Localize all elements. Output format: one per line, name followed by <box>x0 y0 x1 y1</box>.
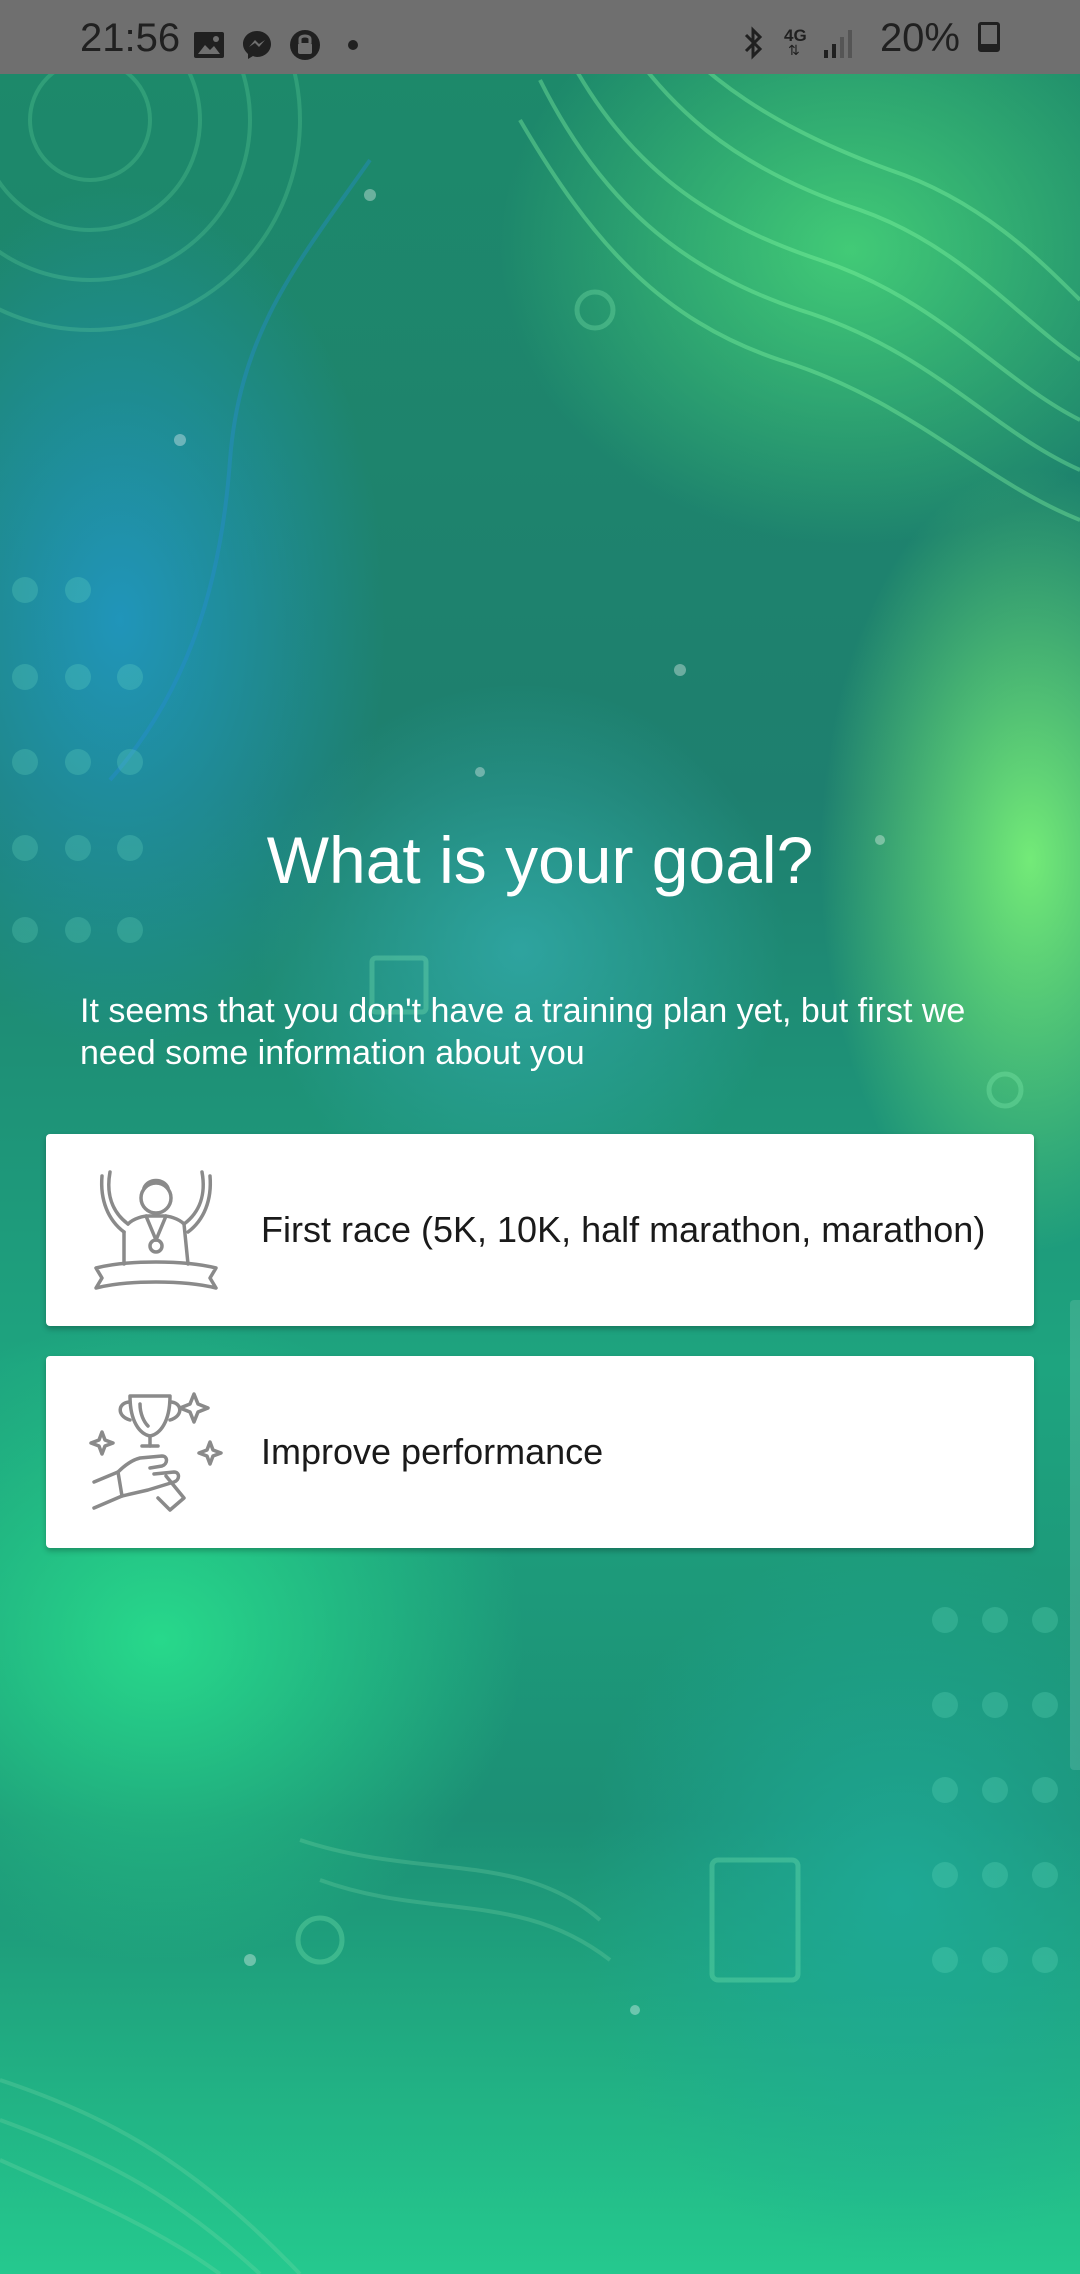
runner-medal-icon <box>94 1170 218 1290</box>
vpn-lock-icon <box>290 30 320 60</box>
status-bar: 21:56 4G ⇅ 20% <box>0 0 1080 74</box>
goal-option-improve-performance[interactable]: Improve performance <box>46 1356 1034 1548</box>
page-title: What is your goal? <box>266 823 814 897</box>
status-time: 21:56 <box>80 16 181 60</box>
page-subtitle: It seems that you don't have a training … <box>80 992 966 1072</box>
goal-option-label: First race (5K, 10K, half marathon, mara… <box>261 1209 986 1250</box>
messenger-icon <box>243 31 271 59</box>
signal-icon <box>824 30 852 58</box>
system-icons: 4G ⇅ 20% <box>740 16 1000 60</box>
goal-option-first-race[interactable]: First race (5K, 10K, half marathon, mara… <box>46 1134 1034 1326</box>
bluetooth-icon <box>744 26 763 60</box>
battery-icon <box>978 22 1000 52</box>
network-4g-icon: 4G ⇅ <box>784 26 807 58</box>
dot-icon <box>348 40 358 50</box>
edge-panel-handle[interactable] <box>1070 1300 1080 1770</box>
gallery-icon <box>194 32 224 58</box>
battery-fill <box>981 44 997 49</box>
goal-option-label: Improve performance <box>261 1431 604 1472</box>
trophy-hand-icon <box>89 1392 223 1512</box>
battery-percentage: 20% <box>879 16 960 60</box>
